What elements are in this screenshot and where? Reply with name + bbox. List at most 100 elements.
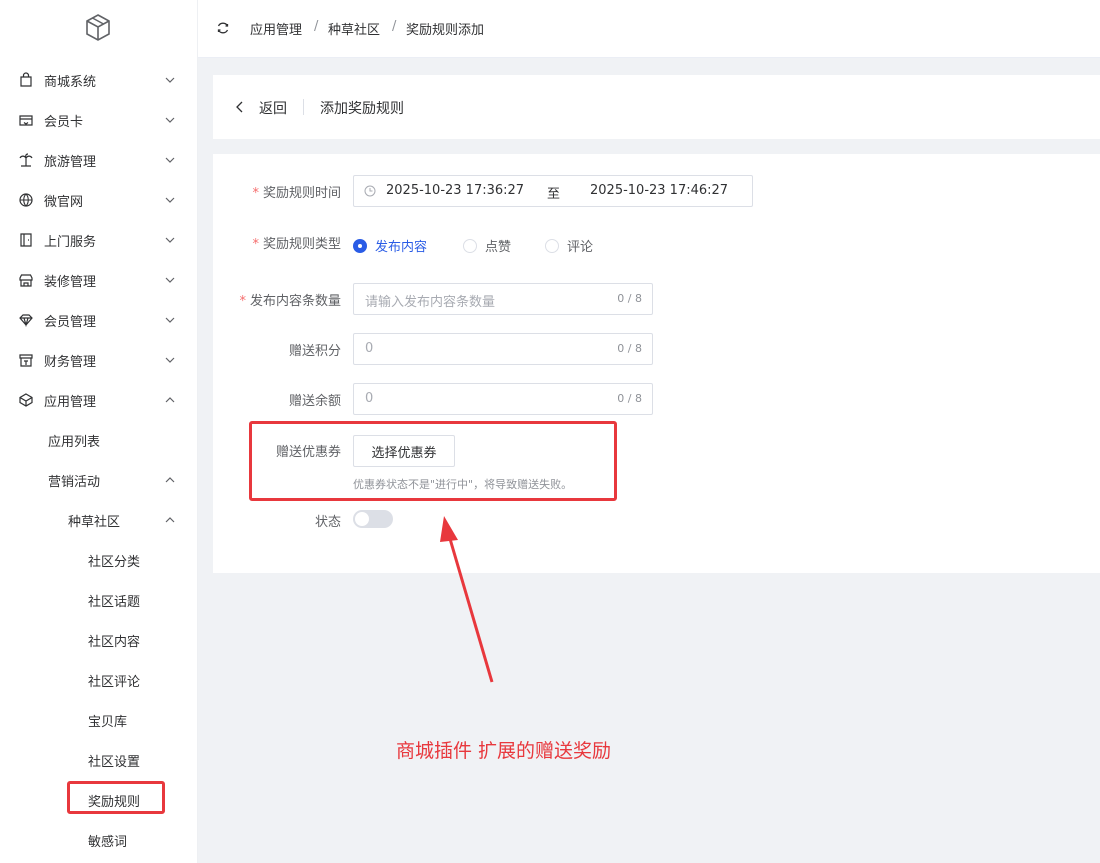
chevron-down-icon: [165, 277, 175, 283]
start-time[interactable]: 2025-10-23 17:36:27: [386, 183, 524, 198]
diamond-icon: [19, 314, 33, 328]
points-input[interactable]: 0 0 / 8: [353, 333, 653, 365]
cube-icon: [19, 393, 33, 407]
sidebar-item-marketing[interactable]: 营销活动: [48, 471, 100, 490]
chevron-down-icon: [165, 357, 175, 363]
store-icon: [19, 274, 33, 287]
page-header: 返回 添加奖励规则: [213, 75, 1100, 139]
radio-publish-content[interactable]: [353, 239, 367, 253]
sidebar-item-community-topic[interactable]: 社区话题: [88, 591, 140, 610]
page-title: 添加奖励规则: [320, 101, 404, 117]
sidebar-item-sensitive-words[interactable]: 敏感词: [88, 831, 127, 850]
menu-travel[interactable]: 旅游管理: [0, 140, 198, 180]
coupon-highlight-box: [249, 421, 617, 501]
menu-label: 微官网: [44, 195, 84, 210]
type-label-text: 奖励规则类型: [262, 237, 341, 252]
required-mark: *: [252, 186, 259, 201]
time-label: * 奖励规则时间: [252, 182, 341, 201]
menu-app-management[interactable]: 应用管理: [0, 380, 198, 420]
annotation-text: 商城插件 扩展的赠送奖励: [396, 740, 612, 762]
menu-member-card[interactable]: 会员卡: [0, 100, 198, 140]
divider: [303, 99, 304, 115]
menu-micro-site[interactable]: 微官网: [0, 180, 198, 220]
shopping-bag-icon: [20, 72, 32, 87]
balance-value: 0: [365, 391, 374, 406]
points-value: 0: [365, 341, 374, 356]
toggle-knob: [355, 512, 369, 526]
top-header: 应用管理 / 种草社区 / 奖励规则添加: [198, 0, 1100, 58]
menu-finance[interactable]: 财务管理: [0, 340, 198, 380]
count-placeholder: 请输入发布内容条数量: [365, 295, 496, 310]
sidebar-item-treasure-library[interactable]: 宝贝库: [88, 711, 127, 730]
points-label: 赠送积分: [288, 344, 341, 359]
balance-label: 赠送余额: [288, 394, 341, 409]
breadcrumb-current: 奖励规则添加: [406, 23, 485, 38]
chevron-down-icon: [165, 77, 175, 83]
reward-rule-form: * 奖励规则时间 2025-10-23 17:36:27 至 2025-10-23…: [213, 154, 1100, 573]
door-icon: [20, 233, 32, 247]
status-label: 状态: [314, 515, 341, 530]
refresh-icon[interactable]: [216, 21, 230, 35]
balance-input[interactable]: 0 0 / 8: [353, 383, 653, 415]
globe-icon: [19, 193, 33, 207]
radio-label-like[interactable]: 点赞: [485, 236, 511, 255]
radio-label-comment[interactable]: 评论: [567, 236, 593, 255]
char-counter: 0 / 8: [617, 392, 642, 405]
sidebar-item-community-settings[interactable]: 社区设置: [88, 751, 140, 770]
sidebar-item-community-content[interactable]: 社区内容: [88, 631, 140, 650]
type-label: * 奖励规则类型: [252, 233, 341, 252]
chevron-down-icon: [165, 157, 175, 163]
sidebar-item-community-category[interactable]: 社区分类: [88, 551, 140, 570]
chevron-left-icon[interactable]: [235, 101, 245, 113]
time-label-text: 奖励规则时间: [262, 186, 341, 201]
count-label-text: 发布内容条数量: [249, 294, 341, 309]
chevron-up-icon: [165, 397, 175, 403]
menu-member-management[interactable]: 会员管理: [0, 300, 198, 340]
chevron-down-icon: [165, 237, 175, 243]
count-label: * 发布内容条数量: [239, 290, 341, 309]
status-toggle[interactable]: [353, 510, 393, 528]
required-mark: *: [252, 237, 259, 252]
end-time[interactable]: 2025-10-23 17:46:27: [590, 183, 728, 198]
menu-label: 财务管理: [44, 355, 97, 370]
char-counter: 0 / 8: [617, 292, 642, 305]
breadcrumb-separator: /: [392, 19, 397, 34]
annotation-arrow: [440, 516, 494, 683]
chevron-down-icon: [165, 117, 175, 123]
sidebar-item-community[interactable]: 种草社区: [68, 511, 120, 530]
menu-label: 会员卡: [44, 115, 84, 130]
menu-label: 会员管理: [44, 315, 97, 330]
finance-icon: [19, 354, 33, 367]
sidebar-item-community-comment[interactable]: 社区评论: [88, 671, 140, 690]
required-mark: *: [239, 294, 246, 309]
menu-decoration[interactable]: 装修管理: [0, 260, 198, 300]
menu-label: 上门服务: [44, 235, 97, 250]
radio-label-publish-content[interactable]: 发布内容: [375, 236, 427, 255]
menu-label: 旅游管理: [44, 155, 97, 170]
chevron-down-icon: [165, 197, 175, 203]
cube-logo: [86, 14, 110, 41]
count-input[interactable]: 请输入发布内容条数量 0 / 8: [353, 283, 653, 315]
date-range-picker[interactable]: 2025-10-23 17:36:27 至 2025-10-23 17:46:2…: [353, 175, 753, 207]
menu-home-service[interactable]: 上门服务: [0, 220, 198, 260]
menu-label: 商城系统: [44, 75, 97, 90]
clock-icon: [364, 185, 376, 197]
radio-comment[interactable]: [545, 239, 559, 253]
menu-mall-system[interactable]: 商城系统: [0, 60, 198, 100]
sidebar-item-reward-rules[interactable]: 奖励规则: [88, 791, 140, 810]
breadcrumb-separator: /: [314, 19, 319, 34]
palm-tree-icon: [19, 153, 33, 167]
breadcrumb-community[interactable]: 种草社区: [328, 19, 380, 38]
chevron-up-icon: [165, 477, 175, 483]
chevron-up-icon: [165, 517, 175, 523]
menu-label: 应用管理: [44, 395, 97, 410]
char-counter: 0 / 8: [617, 342, 642, 355]
range-separator: 至: [547, 187, 561, 202]
back-button[interactable]: 返回: [259, 98, 287, 118]
breadcrumb-app-management[interactable]: 应用管理: [250, 19, 302, 38]
menu-label: 装修管理: [44, 275, 97, 290]
radio-like[interactable]: [463, 239, 477, 253]
sidebar: 商城系统 会员卡 旅游管理 微官网 上门服务 装修管理 会员管理 财务管理 应用: [0, 0, 198, 863]
chevron-down-icon: [165, 317, 175, 323]
sidebar-item-app-list[interactable]: 应用列表: [48, 431, 100, 450]
